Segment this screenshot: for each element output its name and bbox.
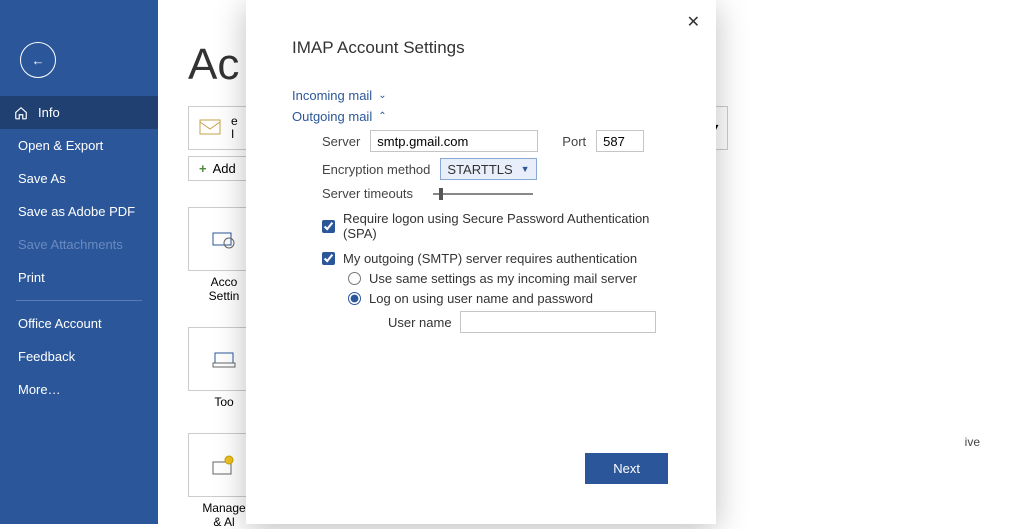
timeouts-label: Server timeouts xyxy=(322,186,413,201)
sidebar-label: Feedback xyxy=(18,349,75,364)
radio-same-settings[interactable] xyxy=(348,272,361,285)
incoming-label: Incoming mail xyxy=(292,88,372,103)
chevron-down-icon: ⌄ xyxy=(378,90,386,101)
port-input[interactable] xyxy=(596,130,644,152)
account-settings-icon xyxy=(211,229,237,249)
sidebar-label: Save As xyxy=(18,171,66,186)
spa-checkbox[interactable] xyxy=(322,220,335,233)
add-account-button[interactable]: + Add xyxy=(188,156,247,181)
sidebar-label: Print xyxy=(18,270,45,285)
radio-logon[interactable] xyxy=(348,292,361,305)
port-label: Port xyxy=(562,134,586,149)
plus-icon: + xyxy=(199,161,207,176)
server-input[interactable] xyxy=(370,130,538,152)
sidebar-item-more[interactable]: More… xyxy=(0,373,158,406)
sidebar-label: Info xyxy=(38,105,60,120)
outgoing-label: Outgoing mail xyxy=(292,109,372,124)
encryption-label: Encryption method xyxy=(322,162,430,177)
sidebar-label: Save as Adobe PDF xyxy=(18,204,135,219)
tools-icon xyxy=(211,349,237,369)
smtp-auth-checkbox[interactable] xyxy=(322,252,335,265)
backstage-sidebar: ← Info Open & Export Save As Save as Ado… xyxy=(0,0,158,524)
next-button[interactable]: Next xyxy=(585,453,668,484)
timeouts-slider[interactable] xyxy=(433,193,533,195)
slider-thumb-icon[interactable] xyxy=(439,188,443,200)
encryption-value: STARTTLS xyxy=(447,162,512,177)
spa-label: Require logon using Secure Password Auth… xyxy=(343,211,682,241)
imap-settings-dialog: ✕ IMAP Account Settings Incoming mail ⌄ … xyxy=(246,0,716,524)
home-icon xyxy=(14,106,28,120)
account-text: e I xyxy=(231,115,238,141)
add-label: Add xyxy=(213,161,236,176)
chevron-up-icon: ⌃ xyxy=(378,111,386,122)
sidebar-item-office-account[interactable]: Office Account xyxy=(0,307,158,340)
sidebar-item-open-export[interactable]: Open & Export xyxy=(0,129,158,162)
username-input[interactable] xyxy=(460,311,656,333)
back-arrow-icon: ← xyxy=(32,53,45,68)
sidebar-label: Save Attachments xyxy=(18,237,123,252)
sidebar-label: Office Account xyxy=(18,316,102,331)
username-label: User name xyxy=(388,315,452,330)
radio-same-label: Use same settings as my incoming mail se… xyxy=(369,271,637,286)
dropdown-triangle-icon: ▼ xyxy=(521,164,530,174)
back-button[interactable]: ← xyxy=(20,42,56,78)
sidebar-item-save-as[interactable]: Save As xyxy=(0,162,158,195)
encryption-select[interactable]: STARTTLS ▼ xyxy=(440,158,536,180)
server-label: Server xyxy=(322,134,360,149)
partial-text: ive xyxy=(965,435,980,449)
manage-icon xyxy=(211,454,237,476)
sidebar-item-feedback[interactable]: Feedback xyxy=(0,340,158,373)
sidebar-separator xyxy=(16,300,142,301)
outgoing-mail-toggle[interactable]: Outgoing mail ⌃ xyxy=(292,109,682,124)
sidebar-label: More… xyxy=(18,382,61,397)
sidebar-item-save-adobe-pdf[interactable]: Save as Adobe PDF xyxy=(0,195,158,228)
sidebar-label: Open & Export xyxy=(18,138,103,153)
sidebar-item-print[interactable]: Print xyxy=(0,261,158,294)
sidebar-item-save-attachments: Save Attachments xyxy=(0,228,158,261)
incoming-mail-toggle[interactable]: Incoming mail ⌄ xyxy=(292,88,682,103)
dialog-close-icon[interactable]: ✕ xyxy=(687,12,700,32)
sidebar-item-info[interactable]: Info xyxy=(0,96,158,129)
smtp-auth-label: My outgoing (SMTP) server requires authe… xyxy=(343,251,637,266)
outgoing-form: Server Port Encryption method STARTTLS ▼… xyxy=(292,130,682,333)
radio-logon-label: Log on using user name and password xyxy=(369,291,593,306)
mail-icon xyxy=(199,119,221,137)
dialog-title: IMAP Account Settings xyxy=(292,38,682,58)
